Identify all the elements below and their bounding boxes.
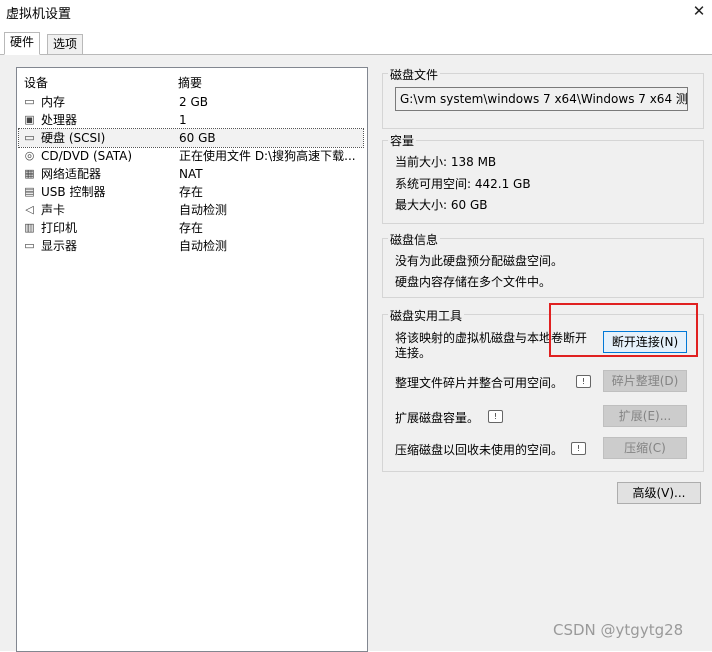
device-row-processor[interactable]: ▣ 处理器 1 [19, 111, 363, 129]
device-summary: 自动检测 [179, 203, 228, 217]
watermark: CSDN @ytgytg28 [553, 621, 684, 639]
device-row-memory[interactable]: ▭ 内存 2 GB [19, 93, 363, 111]
device-summary: 2 GB [179, 95, 208, 109]
info-icon: ! [488, 410, 503, 423]
disk-file-path-field[interactable]: G:\vm system\windows 7 x64\Windows 7 x64… [395, 87, 688, 111]
disk-info-line2: 硬盘内容存储在多个文件中。 [395, 275, 552, 289]
device-row-usb[interactable]: ▤ USB 控制器 存在 [19, 183, 363, 201]
device-name: 显示器 [41, 239, 78, 253]
info-icon: ! [571, 442, 586, 455]
highlight-box [549, 303, 698, 357]
harddisk-icon: ▭ [24, 131, 35, 144]
summary-column-header[interactable]: 摘要 [178, 74, 202, 91]
network-icon: ▦ [24, 167, 35, 180]
tab-strip: 硬件 选项 [0, 32, 712, 55]
device-name: 硬盘 (SCSI) [41, 131, 106, 145]
device-name: 打印机 [41, 221, 78, 235]
defrag-text: 整理文件碎片并整合可用空间。 [395, 376, 564, 390]
device-name: 网络适配器 [41, 167, 102, 181]
current-size-text: 当前大小: 138 MB [395, 155, 497, 169]
memory-icon: ▭ [24, 95, 35, 108]
disk-info-label: 磁盘信息 [388, 231, 441, 248]
max-size-text: 最大大小: 60 GB [395, 198, 488, 212]
device-name: 内存 [41, 95, 66, 109]
device-summary: 自动检测 [179, 239, 228, 253]
compact-button[interactable]: 压缩(C) [603, 437, 687, 459]
window-title: 虚拟机设置 [6, 7, 72, 22]
expand-text: 扩展磁盘容量。 [395, 411, 480, 425]
monitor-icon: ▭ [24, 239, 35, 252]
usb-icon: ▤ [24, 185, 35, 198]
disk-utilities-label: 磁盘实用工具 [388, 307, 465, 324]
map-disconnect-text-line2: 连接。 [395, 346, 432, 360]
device-row-network[interactable]: ▦ 网络适配器 NAT [19, 165, 363, 183]
tab-options[interactable]: 选项 [47, 34, 84, 55]
device-name: 声卡 [41, 203, 66, 217]
device-name: 处理器 [41, 113, 78, 127]
cpu-icon: ▣ [24, 113, 35, 126]
device-row-cdrom[interactable]: ◎ CD/DVD (SATA) 正在使用文件 D:\搜狗高速下载... [19, 147, 363, 165]
available-space-text: 系统可用空间: 442.1 GB [395, 177, 531, 191]
disk-info-line1: 没有为此硬盘预分配磁盘空间。 [395, 254, 564, 268]
device-summary: 存在 [179, 221, 204, 235]
device-summary: 存在 [179, 185, 204, 199]
device-column-header[interactable]: 设备 [24, 74, 48, 91]
compact-text: 压缩磁盘以回收未使用的空间。 [395, 443, 564, 457]
defrag-button[interactable]: 碎片整理(D) [603, 370, 687, 392]
close-icon[interactable]: ✕ [686, 0, 712, 22]
capacity-label: 容量 [388, 132, 417, 149]
advanced-button[interactable]: 高级(V)... [617, 482, 701, 504]
device-summary: 1 [179, 113, 187, 127]
device-list[interactable]: 设备 摘要 ▭ 内存 2 GB ▣ 处理器 1 ▭ 硬盘 (SCSI) 60 G… [16, 67, 368, 652]
device-row-sound[interactable]: ◁ 声卡 自动检测 [19, 201, 363, 219]
device-name: CD/DVD (SATA) [41, 149, 133, 163]
device-name: USB 控制器 [41, 185, 106, 199]
expand-button[interactable]: 扩展(E)... [603, 405, 687, 427]
disk-file-label: 磁盘文件 [388, 66, 441, 83]
device-summary: NAT [179, 167, 203, 181]
device-summary: 60 GB [179, 131, 216, 145]
speaker-icon: ◁ [25, 203, 34, 216]
tab-hardware[interactable]: 硬件 [4, 32, 41, 55]
device-row-printer[interactable]: ▥ 打印机 存在 [19, 219, 363, 237]
device-summary: 正在使用文件 D:\搜狗高速下载... [179, 149, 356, 163]
device-row-display[interactable]: ▭ 显示器 自动检测 [19, 237, 363, 255]
device-row-harddisk[interactable]: ▭ 硬盘 (SCSI) 60 GB [18, 128, 364, 148]
info-icon: ! [576, 375, 591, 388]
printer-icon: ▥ [24, 221, 35, 234]
cdrom-icon: ◎ [24, 149, 35, 162]
